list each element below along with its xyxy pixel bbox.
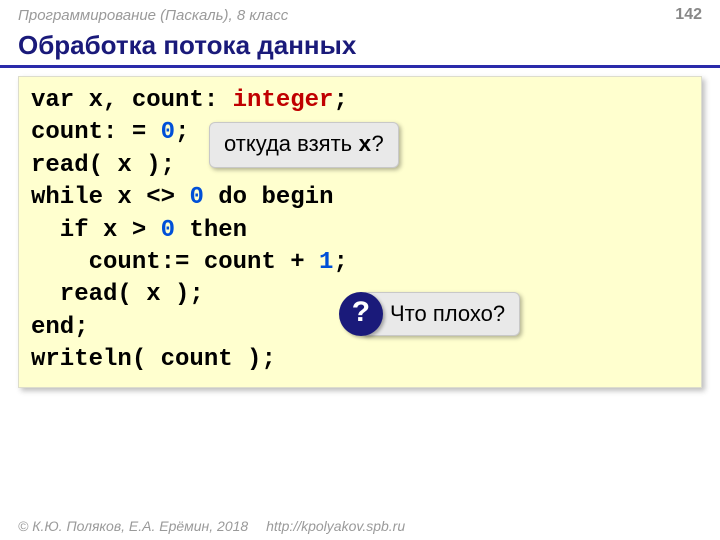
code-line: var x, count: integer; [31, 85, 689, 117]
page-number: 142 [675, 6, 702, 24]
slide-title: Обработка потока данных [0, 26, 720, 68]
code-line: writeln( count ); [31, 344, 689, 376]
code-block: var x, count: integer; count: = 0; read(… [18, 76, 702, 388]
code-line: count:= count + 1; [31, 247, 689, 279]
code-line: if x > 0 then [31, 215, 689, 247]
footer-url: http://kpolyakov.spb.ru [266, 518, 405, 534]
callout-var-x: x [358, 133, 371, 158]
copyright: © К.Ю. Поляков, Е.А. Ерёмин, 2018 [18, 518, 248, 534]
callout-whats-bad: Что плохо? [361, 292, 520, 336]
callout-question: ? Что плохо? [339, 292, 520, 336]
question-mark-icon: ? [339, 292, 383, 336]
footer: © К.Ю. Поляков, Е.А. Ерёмин, 2018 http:/… [18, 518, 405, 534]
code-line: while x <> 0 do begin [31, 182, 689, 214]
header-bar: Программирование (Паскаль), 8 класс 142 [0, 0, 720, 26]
course-label: Программирование (Паскаль), 8 класс [18, 7, 288, 24]
callout-where-x: откуда взять x? [209, 122, 399, 168]
